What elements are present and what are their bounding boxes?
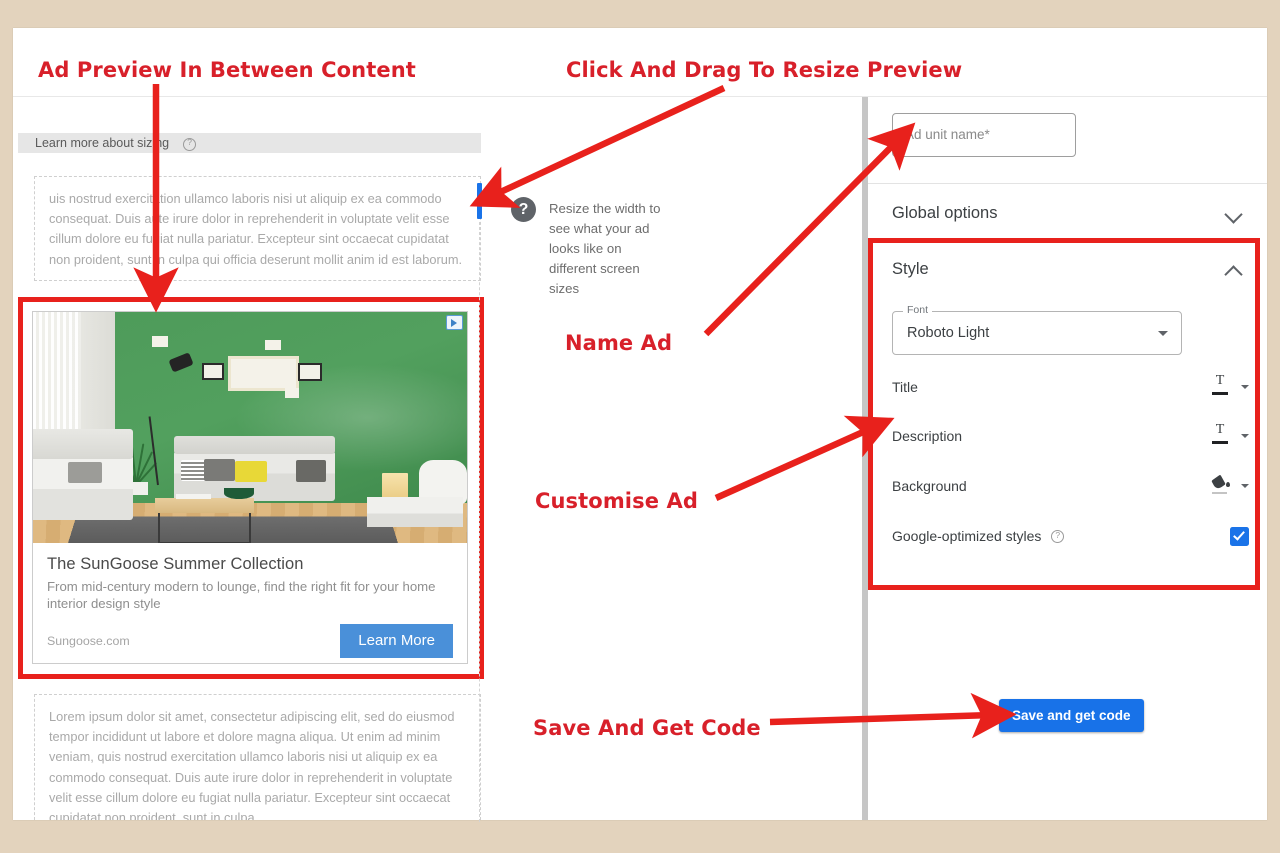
article-paragraph-top: uis nostrud exercitation ullamco laboris… [34, 176, 481, 281]
pillow-striped [180, 459, 207, 481]
ad-unit-name-input[interactable]: Ad unit name* [892, 113, 1076, 157]
fill-color-icon[interactable] [1209, 475, 1231, 497]
article-bottom-text: Lorem ipsum dolor sit amet, consectetur … [49, 709, 455, 820]
coffee-table [154, 497, 255, 543]
resize-hint-text: Resize the width to see what your ad loo… [549, 201, 661, 296]
ad-title: The SunGoose Summer Collection [47, 555, 304, 573]
panel-divider [868, 183, 1267, 184]
ad-copy: The SunGoose Summer Collection From mid-… [33, 543, 467, 663]
resize-guide-line [479, 222, 480, 822]
wall-frame-large [228, 355, 300, 391]
sizing-bar-label: Learn more about sizing [35, 136, 170, 150]
caret-down-icon[interactable] [1241, 385, 1249, 389]
wall-frame-dark-2 [297, 362, 322, 382]
text-color-icon[interactable] [1209, 373, 1231, 398]
annotation-customise: Customise Ad [535, 489, 698, 513]
section-style-label: Style [892, 259, 929, 278]
font-selected-value: Roboto Light [907, 325, 990, 341]
article-top-text: uis nostrud exercitation ullamco laboris… [49, 191, 463, 267]
screenshot-root: Learn more about sizing uis nostrud exer… [0, 0, 1280, 853]
google-optimized-styles-row: Google-optimized styles [868, 523, 1267, 549]
style-row-title: Title [868, 373, 1267, 400]
wall-frame-small-3 [284, 388, 300, 398]
google-optimized-styles-text: Google-optimized styles [892, 528, 1042, 544]
text-color-icon[interactable] [1209, 422, 1231, 447]
ad-image [33, 312, 467, 543]
section-global-options[interactable]: Global options [868, 185, 1267, 241]
pillow-grey-b [295, 459, 326, 482]
ottoman-bench [367, 496, 463, 527]
wall-frame-small-1 [152, 336, 168, 347]
font-legend-label: Font [903, 304, 933, 316]
google-optimized-styles-checkbox[interactable] [1230, 526, 1249, 546]
chevron-down-icon[interactable] [1226, 205, 1243, 222]
style-row-title-label: Title [892, 379, 918, 395]
section-style[interactable]: Style [868, 241, 1267, 297]
help-circle-icon[interactable] [1051, 529, 1065, 543]
help-circle-icon[interactable] [183, 136, 197, 151]
article-paragraph-bottom: Lorem ipsum dolor sit amet, consectetur … [34, 694, 481, 820]
resize-handle[interactable] [477, 183, 482, 219]
wall-frame-dark-1 [202, 362, 225, 380]
ad-domain: Sungoose.com [47, 634, 130, 648]
ad-unit-name-placeholder: Ad unit name* [905, 127, 990, 142]
annotation-ad-preview: Ad Preview In Between Content [38, 58, 416, 82]
annotation-resize: Click And Drag To Resize Preview [566, 58, 963, 82]
annotation-name-ad: Name Ad [565, 331, 673, 355]
caret-down-icon[interactable] [1158, 331, 1168, 336]
wall-frame-small-2 [265, 339, 281, 351]
pillow-yellow [234, 461, 268, 482]
adchoices-icon[interactable] [446, 315, 463, 330]
style-row-description-label: Description [892, 428, 963, 444]
font-select[interactable]: Font Roboto Light [892, 304, 1182, 355]
save-and-get-code-button[interactable]: Save and get code [999, 699, 1144, 732]
learn-more-about-sizing-bar[interactable]: Learn more about sizing [18, 133, 481, 153]
learn-more-button[interactable]: Learn More [340, 624, 453, 658]
pillow-grey-left [67, 462, 103, 483]
ad-description: From mid-century modern to lounge, find … [47, 579, 436, 611]
google-optimized-styles-label: Google-optimized styles [892, 528, 1230, 544]
caret-down-icon[interactable] [1241, 434, 1249, 438]
pillow-grey-a [204, 458, 235, 481]
question-mark-icon[interactable]: ? [511, 197, 536, 222]
chevron-up-icon[interactable] [1226, 261, 1243, 278]
table-books [176, 493, 211, 499]
style-row-background: Background [868, 473, 1267, 499]
caret-down-icon[interactable] [1241, 484, 1249, 488]
living-room-illustration [33, 312, 467, 543]
annotation-save: Save And Get Code [533, 716, 761, 740]
ad-unit-card[interactable]: The SunGoose Summer Collection From mid-… [32, 311, 468, 664]
style-row-description: Description [868, 422, 1267, 449]
section-global-options-label: Global options [892, 203, 998, 222]
style-row-background-label: Background [892, 478, 967, 494]
